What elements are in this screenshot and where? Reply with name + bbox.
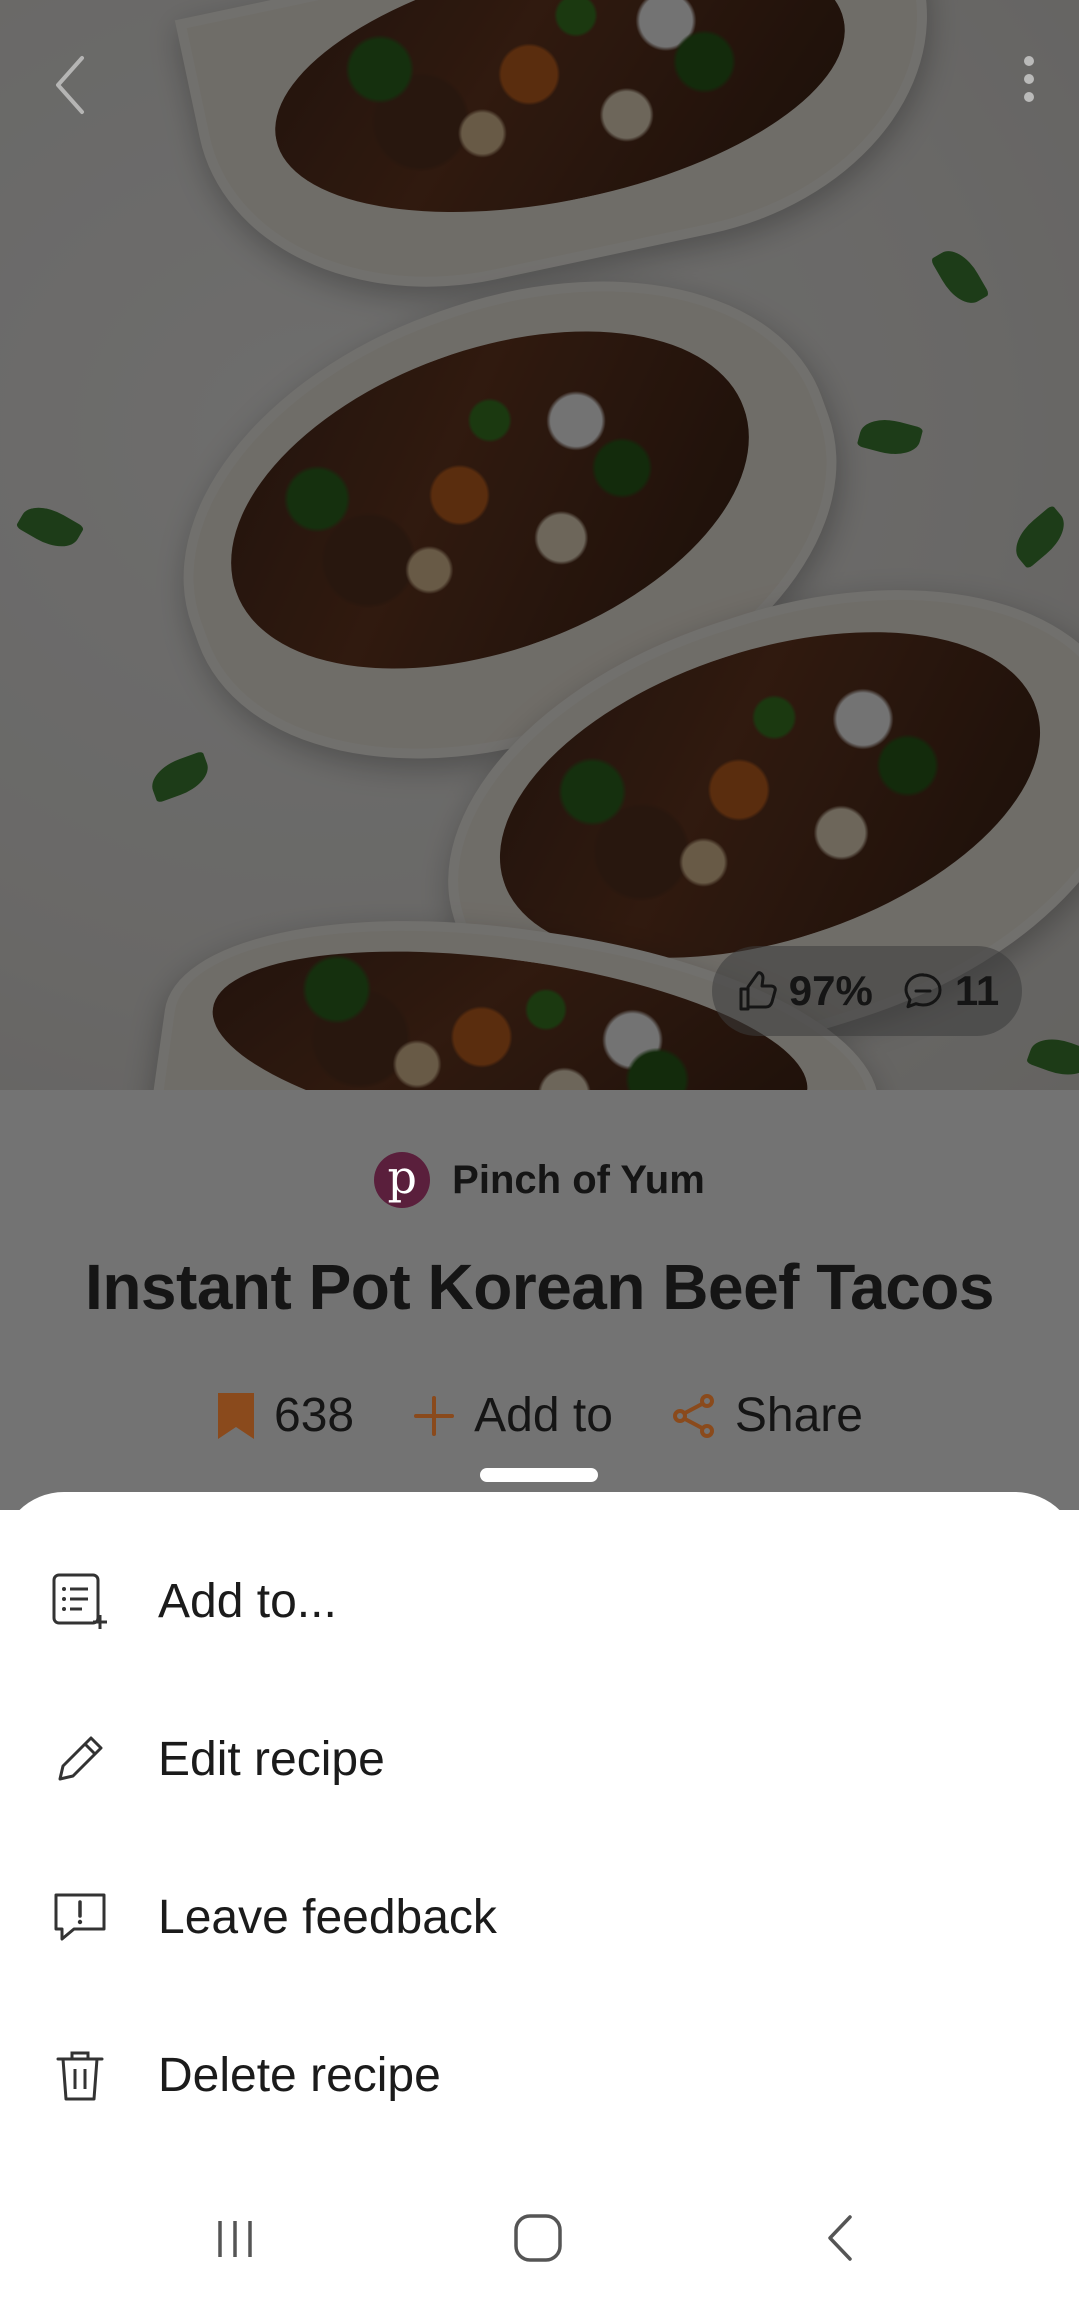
bookmark-button[interactable]: 638 [216,1388,354,1443]
recipe-photo [0,0,1079,1090]
bookmark-count: 638 [274,1389,355,1442]
home-icon [514,2214,562,2262]
comment-count-group: 11 [901,967,999,1015]
system-back-button[interactable] [780,2193,900,2283]
menu-item-label: Delete recipe [158,2048,441,2102]
bookmark-icon [218,1392,255,1439]
recipe-actions: 638 Add to Share [0,1388,1079,1443]
like-percent: 97% [788,967,873,1014]
thumbs-up-icon [739,971,777,1011]
sheet-drag-handle[interactable] [480,1468,598,1482]
more-vertical-icon [1024,56,1034,66]
system-nav-bar [0,2163,1079,2313]
menu-item-label: Add to... [158,1574,337,1628]
menu-item-label: Edit recipe [158,1732,385,1786]
plus-icon [414,1395,455,1436]
recipe-title: Instant Pot Korean Beef Tacos [85,1251,994,1323]
trash-icon [48,2043,112,2107]
comment-icon [904,973,942,1009]
feedback-icon [48,1885,112,1949]
more-options-button[interactable] [1019,56,1039,116]
recipe-source[interactable]: p Pinch of Yum [0,1152,1079,1208]
scrim-overlay [0,0,1079,1090]
add-to-button[interactable]: Add to [412,1388,613,1443]
pencil-icon [48,1727,112,1791]
source-name: Pinch of Yum [452,1157,705,1202]
recents-icon [218,2221,252,2257]
back-icon [828,2215,852,2261]
comment-count: 11 [954,967,1000,1014]
share-label: Share [734,1389,863,1442]
menu-item-label: Leave feedback [158,1890,497,1944]
menu-item-edit-recipe[interactable]: Edit recipe [0,1680,1079,1838]
recipe-screen: 97% 11 p Pinch of Yum Instant Pot Korean… [0,0,1079,2313]
like-rating: 97% [735,967,873,1015]
share-button[interactable]: Share [671,1388,863,1443]
source-logo: p [374,1152,431,1208]
add-to-label: Add to [474,1389,613,1442]
chevron-left-icon [56,56,84,114]
menu-item-delete-recipe[interactable]: Delete recipe [0,1996,1079,2154]
menu-item-add-to[interactable]: Add to... [0,1522,1079,1680]
rating-badge[interactable]: 97% 11 [712,946,1022,1036]
list-add-icon [48,1569,112,1633]
back-button[interactable] [50,50,110,120]
recents-button[interactable] [175,2193,295,2283]
home-button[interactable] [478,2193,598,2283]
menu-item-leave-feedback[interactable]: Leave feedback [0,1838,1079,1996]
share-icon [672,1393,714,1438]
